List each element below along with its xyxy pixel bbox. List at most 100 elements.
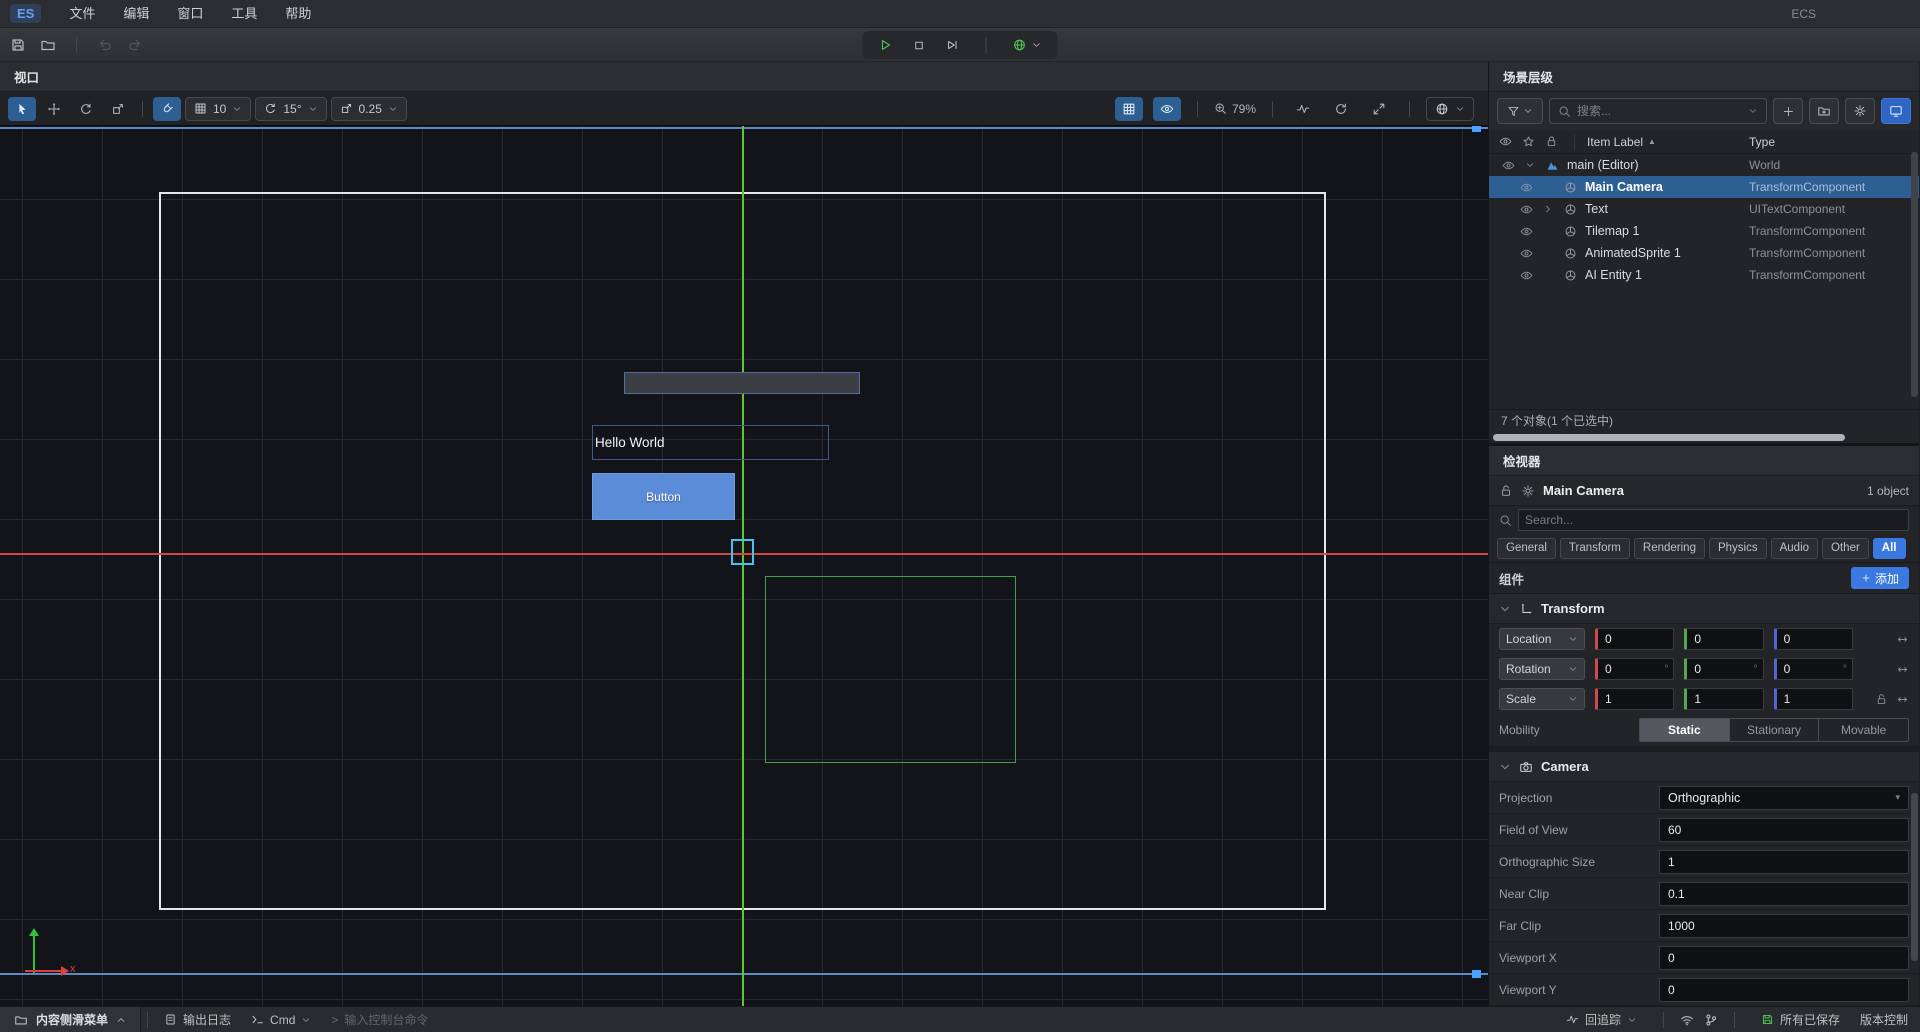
- menu-item[interactable]: 文件: [55, 0, 109, 27]
- rotation-mode-dropdown[interactable]: Rotation: [1499, 658, 1585, 680]
- link-values-icon[interactable]: [1896, 663, 1909, 676]
- select-tool-button[interactable]: [8, 97, 36, 121]
- rotate-tool-button[interactable]: [72, 97, 100, 121]
- zoom-level[interactable]: 79%: [1214, 102, 1256, 116]
- visibility-toggle-icon[interactable]: [1520, 225, 1533, 238]
- scrollbar-thumb[interactable]: [1911, 152, 1918, 397]
- guide-handle[interactable]: [1472, 970, 1481, 978]
- wifi-icon[interactable]: [1680, 1013, 1694, 1027]
- viewport-y-field[interactable]: 0: [1659, 978, 1909, 1002]
- visibility-toggle-icon[interactable]: [1520, 269, 1533, 282]
- rotation-x-field[interactable]: 0°: [1595, 658, 1674, 680]
- add-folder-button[interactable]: [1809, 98, 1839, 124]
- hierarchy-vscrollbar[interactable]: [1911, 152, 1918, 397]
- viewport-mode-dropdown[interactable]: [1426, 97, 1474, 121]
- tab-all[interactable]: All: [1873, 538, 1906, 559]
- inspector-searchbox[interactable]: [1518, 509, 1909, 531]
- refresh-button[interactable]: [1327, 97, 1355, 121]
- menu-item[interactable]: 窗口: [163, 0, 217, 27]
- save-button[interactable]: [10, 37, 26, 53]
- visibility-toggle-icon[interactable]: [1520, 247, 1533, 260]
- play-button[interactable]: [879, 38, 893, 52]
- all-saved-status[interactable]: 所有已保存: [1751, 1011, 1850, 1028]
- rotation-z-field[interactable]: 0°: [1774, 658, 1853, 680]
- output-log-button[interactable]: 输出日志: [154, 1011, 241, 1028]
- location-x-field[interactable]: 0: [1595, 628, 1674, 650]
- guide-handle[interactable]: [1472, 126, 1481, 132]
- near-clip-field[interactable]: 0.1: [1659, 882, 1909, 906]
- hierarchy-row[interactable]: AI Entity 1TransformComponent: [1489, 264, 1919, 286]
- mobility-option-static[interactable]: Static: [1640, 719, 1730, 741]
- visibility-toggle-icon[interactable]: [1502, 159, 1515, 172]
- menu-item[interactable]: 帮助: [271, 0, 325, 27]
- inspector-search-input[interactable]: [1525, 513, 1902, 527]
- camera-section-header[interactable]: Camera: [1489, 752, 1919, 782]
- chevron-right-icon[interactable]: [1543, 204, 1553, 214]
- grid-toggle-button[interactable]: [1115, 97, 1143, 121]
- lock-toggle-icon[interactable]: [1875, 693, 1888, 706]
- lock-open-icon[interactable]: [1499, 484, 1513, 498]
- scrollbar-thumb[interactable]: [1493, 434, 1845, 441]
- move-tool-button[interactable]: [40, 97, 68, 121]
- visibility-toggle-button[interactable]: [1153, 97, 1181, 121]
- tab-audio[interactable]: Audio: [1771, 538, 1818, 559]
- scale-x-field[interactable]: 1: [1595, 688, 1674, 710]
- chevron-down-icon[interactable]: [1525, 160, 1535, 170]
- source-control-branch-icon[interactable]: [1704, 1013, 1718, 1027]
- tab-physics[interactable]: Physics: [1709, 538, 1767, 559]
- visibility-toggle-icon[interactable]: [1520, 203, 1533, 216]
- filter-button[interactable]: [1497, 98, 1543, 124]
- fullscreen-button[interactable]: [1365, 97, 1393, 121]
- rotation-y-field[interactable]: 0°: [1684, 658, 1763, 680]
- step-button[interactable]: [946, 38, 960, 52]
- scale-y-field[interactable]: 1: [1684, 688, 1763, 710]
- scale-tool-button[interactable]: [104, 97, 132, 121]
- column-type[interactable]: Type: [1749, 135, 1775, 149]
- sprite-bar-rect[interactable]: [624, 372, 860, 394]
- link-values-icon[interactable]: [1896, 633, 1909, 646]
- hierarchy-row[interactable]: Tilemap 1TransformComponent: [1489, 220, 1919, 242]
- snap-toggle-button[interactable]: [153, 97, 181, 121]
- hierarchy-row[interactable]: TextUITextComponent: [1489, 198, 1919, 220]
- chevron-down-icon[interactable]: [1748, 106, 1758, 116]
- hierarchy-hscrollbar[interactable]: [1489, 431, 1919, 443]
- pivot-handle[interactable]: [731, 539, 754, 565]
- chevron-down-icon[interactable]: [1499, 761, 1511, 773]
- tab-transform[interactable]: Transform: [1560, 538, 1630, 559]
- inspector-vscrollbar[interactable]: [1911, 793, 1918, 961]
- hierarchy-settings-button[interactable]: [1845, 98, 1875, 124]
- location-mode-dropdown[interactable]: Location: [1499, 628, 1585, 650]
- hierarchy-row[interactable]: AnimatedSprite 1TransformComponent: [1489, 242, 1919, 264]
- undo-button[interactable]: [97, 37, 113, 53]
- console-input[interactable]: [344, 1013, 544, 1027]
- mobility-option-stationary[interactable]: Stationary: [1730, 719, 1820, 741]
- tab-other[interactable]: Other: [1822, 538, 1869, 559]
- scene-canvas[interactable]: Hello World Button x: [0, 126, 1488, 1006]
- viewport-x-field[interactable]: 0: [1659, 946, 1909, 970]
- location-z-field[interactable]: 0: [1774, 628, 1853, 650]
- menu-item[interactable]: 工具: [217, 0, 271, 27]
- transform-section-header[interactable]: Transform: [1489, 594, 1919, 624]
- orthographic-size-field[interactable]: 1: [1659, 850, 1909, 874]
- trace-dropdown[interactable]: 回追踪: [1556, 1011, 1647, 1028]
- hierarchy-row[interactable]: Main CameraTransformComponent: [1489, 176, 1919, 198]
- entity-bounds-rect[interactable]: [765, 576, 1016, 763]
- menu-item[interactable]: 编辑: [109, 0, 163, 27]
- sync-viewport-button[interactable]: [1881, 98, 1911, 124]
- hierarchy-search-input[interactable]: [1577, 104, 1742, 118]
- content-drawer-button[interactable]: 内容侧滑菜单: [0, 1007, 141, 1032]
- hierarchy-row[interactable]: main (Editor)World: [1489, 154, 1919, 176]
- gear-icon[interactable]: [1521, 484, 1535, 498]
- open-button[interactable]: [40, 37, 56, 53]
- add-component-button[interactable]: 添加: [1851, 567, 1909, 589]
- far-clip-field[interactable]: 1000: [1659, 914, 1909, 938]
- tab-general[interactable]: General: [1497, 538, 1556, 559]
- network-mode-dropdown[interactable]: [1013, 38, 1042, 52]
- field-of-view-field[interactable]: 60: [1659, 818, 1909, 842]
- scale-snap-combo[interactable]: 0.25: [331, 97, 407, 121]
- location-y-field[interactable]: 0: [1684, 628, 1763, 650]
- scale-z-field[interactable]: 1: [1774, 688, 1853, 710]
- tab-rendering[interactable]: Rendering: [1634, 538, 1705, 559]
- projection-field[interactable]: Orthographic▾: [1659, 786, 1909, 810]
- mobility-option-movable[interactable]: Movable: [1819, 719, 1908, 741]
